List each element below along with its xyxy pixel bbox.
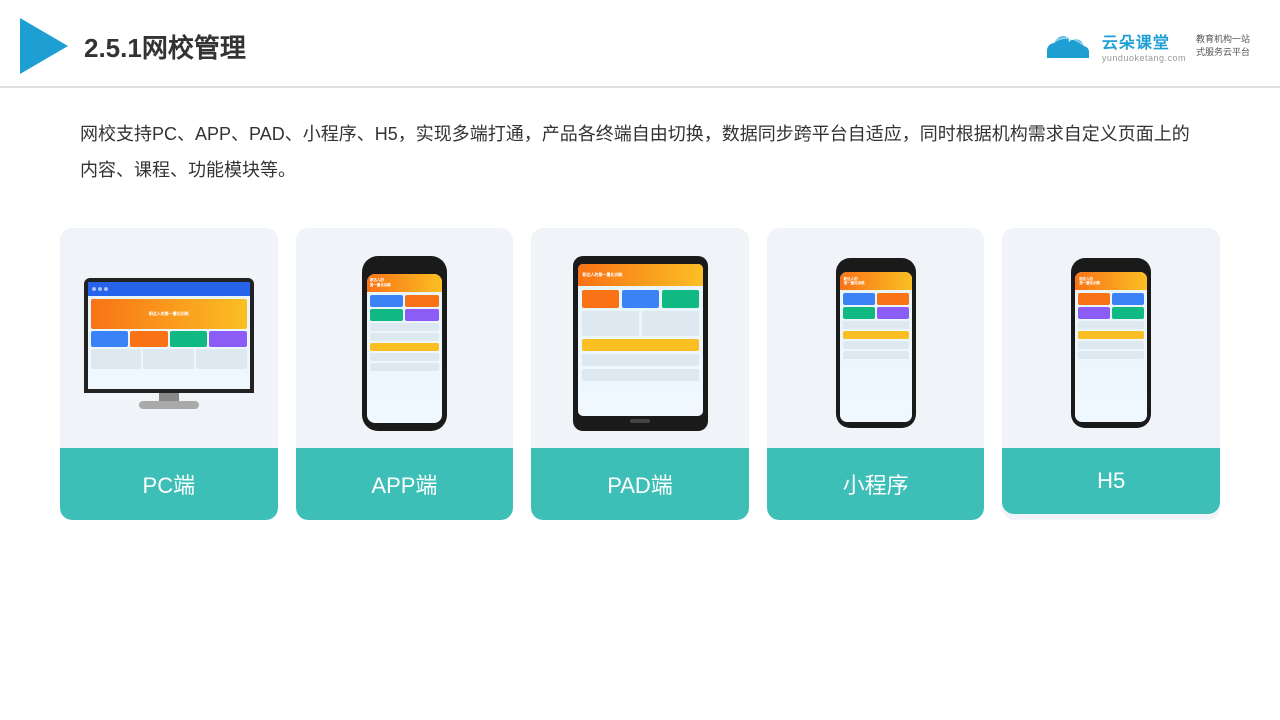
description-text: 网校支持PC、APP、PAD、小程序、H5，实现多端打通，产品各终端自由切换，数…: [80, 116, 1200, 188]
tablet-screen: 职达人的第一量化训练: [578, 264, 703, 416]
brand-name: 云朵课堂: [1102, 29, 1186, 53]
mini-image-area: 职达人的第一量化训练: [767, 228, 985, 448]
mini-label: 小程序: [767, 448, 985, 520]
header: 2.5.1网校管理 云朵课堂 yunduoketa: [0, 0, 1280, 88]
app-phone-screen: 职达人的第一量化训练: [367, 274, 442, 423]
app-label: APP端: [296, 448, 514, 520]
header-right: 云朵课堂 yunduoketang.com 教育机构一站 式服务云平台: [1038, 28, 1250, 64]
h5-label: H5: [1002, 448, 1220, 514]
pc-mockup: 职达人的第一量化训练: [84, 278, 254, 409]
card-h5: 职达人的第一量化训练: [1002, 228, 1220, 520]
pc-label: PC端: [60, 448, 278, 520]
brand-tagline: 教育机构一站 式服务云平台: [1196, 33, 1250, 58]
pad-label: PAD端: [531, 448, 749, 520]
description: 网校支持PC、APP、PAD、小程序、H5，实现多端打通，产品各终端自由切换，数…: [0, 88, 1280, 188]
card-pad: 职达人的第一量化训练: [531, 228, 749, 520]
page-title: 2.5.1网校管理: [84, 28, 246, 65]
card-pc: 职达人的第一量化训练: [60, 228, 278, 520]
mini-phone-screen: 职达人的第一量化训练: [840, 272, 912, 422]
card-app: 职达人的第一量化训练: [296, 228, 514, 520]
h5-phone-screen: 职达人的第一量化训练: [1075, 272, 1147, 422]
mini-phone-mockup: 职达人的第一量化训练: [836, 258, 916, 428]
brand-logo: 云朵课堂 yunduoketang.com: [1038, 28, 1186, 64]
app-phone-mockup: 职达人的第一量化训练: [362, 256, 447, 431]
cloud-icon: [1038, 28, 1098, 64]
h5-image-area: 职达人的第一量化训练: [1002, 228, 1220, 448]
pc-top-bar: [88, 282, 250, 296]
pc-content: 职达人的第一量化训练: [88, 296, 250, 372]
tablet-mockup: 职达人的第一量化训练: [573, 256, 708, 431]
app-image-area: 职达人的第一量化训练: [296, 228, 514, 448]
pc-image-area: 职达人的第一量化训练: [60, 228, 278, 448]
pc-screen: 职达人的第一量化训练: [88, 282, 250, 389]
h5-phone-mockup: 职达人的第一量化训练: [1071, 258, 1151, 428]
brand-icon: 云朵课堂 yunduoketang.com: [1038, 28, 1186, 64]
header-left: 2.5.1网校管理: [20, 18, 246, 74]
logo-triangle-icon: [20, 18, 68, 74]
brand-text-group: 云朵课堂 yunduoketang.com: [1102, 29, 1186, 63]
cards-container: 职达人的第一量化训练: [0, 188, 1280, 550]
brand-url: yunduoketang.com: [1102, 53, 1186, 63]
pad-image-area: 职达人的第一量化训练: [531, 228, 749, 448]
card-mini: 职达人的第一量化训练: [767, 228, 985, 520]
pc-monitor: 职达人的第一量化训练: [84, 278, 254, 393]
pc-banner: 职达人的第一量化训练: [91, 299, 247, 329]
